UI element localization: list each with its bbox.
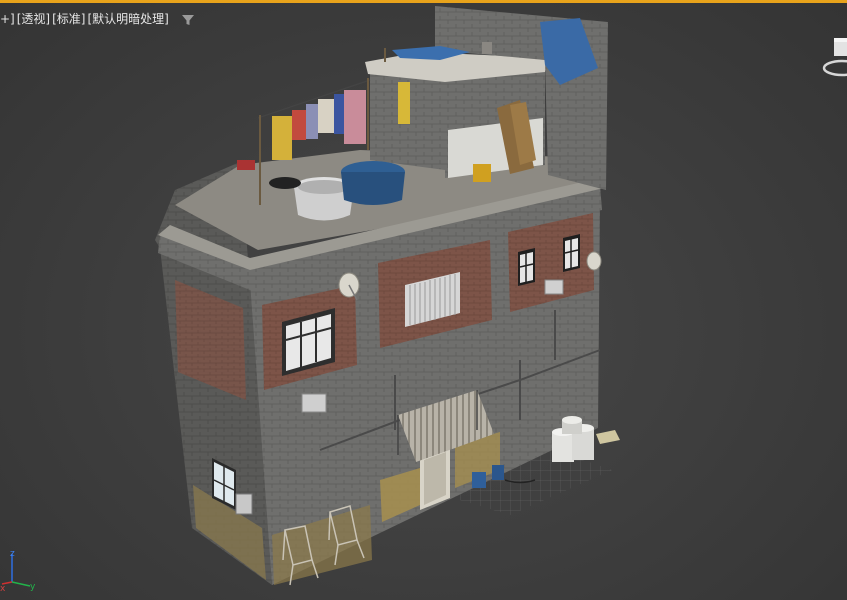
roof-vent <box>482 42 492 54</box>
satellite-dish-right <box>586 251 602 271</box>
axis-label-y: y <box>30 582 36 592</box>
window-right-front-2 <box>563 234 580 272</box>
viewport-menu-shading[interactable]: [默认明暗处理] <box>88 10 169 28</box>
red-bucket <box>237 160 255 170</box>
xyz-axis-gizmo-icon: z x y <box>0 548 40 594</box>
tire <box>269 177 301 189</box>
viewport-label-menu: +] [透视] [标准] [默认明暗处理] <box>0 10 195 28</box>
yellow-bucket <box>473 164 491 182</box>
viewport-menu-perspective[interactable]: [透视] <box>17 10 50 28</box>
debris <box>596 430 620 444</box>
ac-unit-right <box>544 279 564 295</box>
ac-unit-front <box>301 393 327 413</box>
viewcube-icon[interactable] <box>822 38 847 80</box>
scene-building-model[interactable] <box>0 0 847 600</box>
3d-viewport[interactable]: +] [透视] [标准] [默认明暗处理] z x y <box>0 0 847 600</box>
electric-box-left <box>235 493 253 515</box>
window-right-front-1 <box>518 248 535 286</box>
jerry-can-1 <box>472 472 486 488</box>
viewport-menu-standard[interactable]: [标准] <box>52 10 85 28</box>
axis-label-z: z <box>10 549 15 559</box>
axis-label-x: x <box>0 584 6 592</box>
viewport-menu-plus[interactable]: +] <box>0 10 15 28</box>
blue-water-tank <box>341 161 405 205</box>
filter-icon[interactable] <box>181 12 195 26</box>
jerry-can-2 <box>492 465 504 480</box>
